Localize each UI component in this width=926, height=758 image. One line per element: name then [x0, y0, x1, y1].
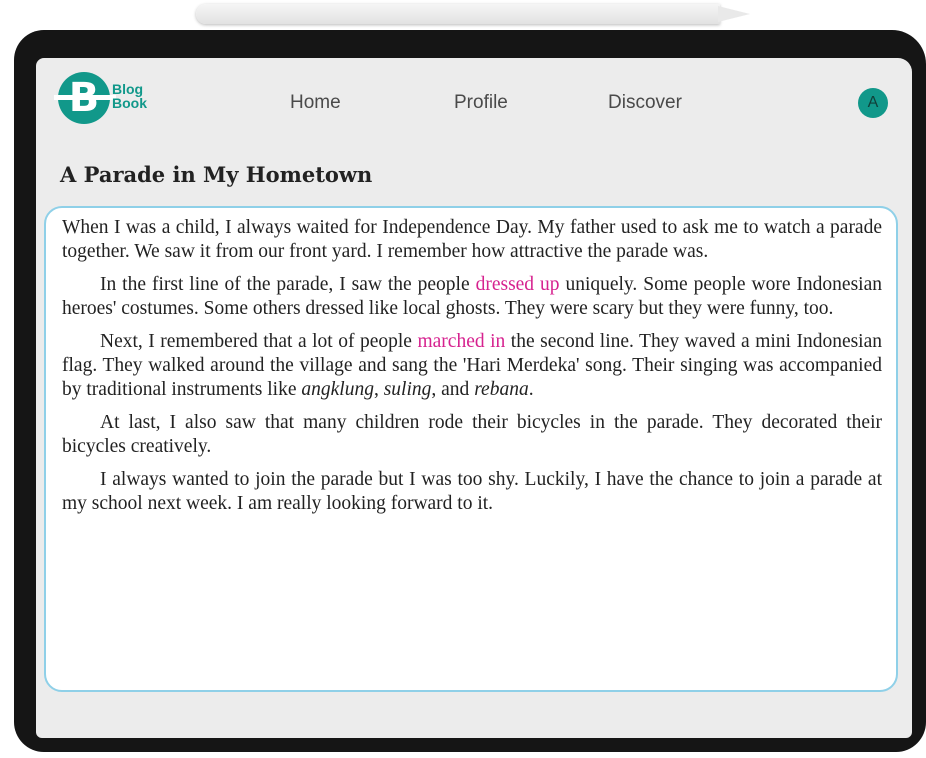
- paragraph-3-text-c: ,: [373, 379, 384, 400]
- article-title: A Parade in My Hometown: [60, 162, 373, 187]
- nav-discover-link[interactable]: Discover: [608, 92, 682, 114]
- paragraph-2: In the first line of the parade, I saw t…: [62, 273, 882, 321]
- highlight-dressed-up: dressed up: [475, 274, 560, 295]
- user-avatar[interactable]: A: [858, 88, 888, 118]
- highlight-marched-in: marched in: [417, 331, 506, 352]
- paragraph-1: When I was a child, I always waited for …: [62, 217, 882, 262]
- paragraph-3: Next, I remembered that a lot of people …: [62, 330, 882, 402]
- instrument-angklung: angklung: [301, 379, 374, 400]
- logo-text-line1: Blog: [112, 81, 144, 97]
- paragraph-3-text-a: Next, I remembered that a lot of people: [100, 331, 418, 352]
- paragraph-5: I always wanted to join the parade but I…: [62, 469, 882, 514]
- nav-profile-link[interactable]: Profile: [454, 92, 508, 114]
- paragraph-3-text-e: .: [528, 379, 534, 400]
- stylus-pencil: [196, 4, 720, 24]
- logo-letter: B: [68, 75, 100, 121]
- instrument-rebana: rebana: [474, 379, 529, 400]
- top-navigation: B Blog Book Home Profile Discover A: [36, 58, 912, 148]
- nav-home-link[interactable]: Home: [290, 92, 341, 114]
- blogbook-logo[interactable]: B Blog Book: [54, 72, 198, 128]
- tablet-screen: B Blog Book Home Profile Discover A A Pa…: [36, 58, 912, 738]
- paragraph-2-text-a: In the first line of the parade, I saw t…: [100, 274, 476, 295]
- stylus-tip: [718, 6, 750, 22]
- instrument-suling: suling: [383, 379, 432, 400]
- article-body: When I was a child, I always waited for …: [44, 206, 898, 692]
- paragraph-4: At last, I also saw that many children r…: [62, 412, 882, 457]
- paragraph-3-text-d: , and: [431, 379, 475, 400]
- logo-text: Blog Book: [112, 82, 147, 110]
- logo-text-line2: Book: [112, 95, 147, 111]
